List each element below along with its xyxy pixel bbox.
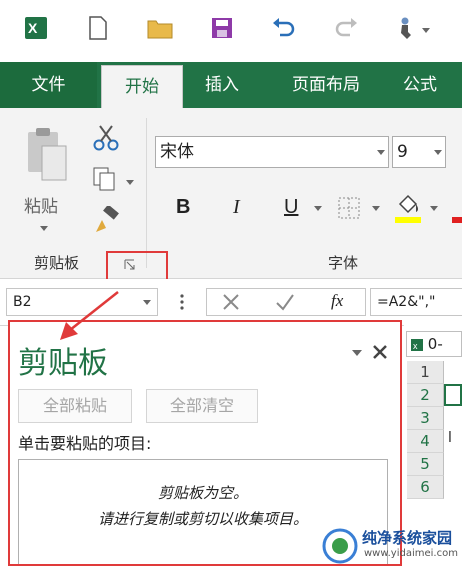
watermark-logo-icon [322, 528, 358, 564]
workbook-excel-icon: x [411, 338, 423, 351]
row-header-4[interactable]: 4 [407, 430, 444, 453]
svg-text:x: x [413, 341, 418, 351]
workbook-tab[interactable]: x 0- [406, 331, 462, 357]
row-header-3[interactable]: 3 [407, 407, 444, 430]
workbook-tab-label: 0- [427, 335, 443, 353]
watermark-brand: 纯净系统家园 [362, 529, 453, 547]
row-header-6[interactable]: 6 [407, 476, 444, 499]
row-header-5[interactable]: 5 [407, 453, 444, 476]
row-header-1[interactable]: 1 [407, 361, 444, 384]
cell-a4[interactable]: l [448, 430, 452, 446]
annotation-arrow [60, 291, 119, 340]
watermark: 纯净系统家园 www.yidaimei.com [322, 527, 462, 565]
row-header-2[interactable]: 2 [407, 384, 444, 407]
active-cell[interactable] [444, 384, 462, 406]
watermark-url: www.yidaimei.com [364, 548, 458, 559]
